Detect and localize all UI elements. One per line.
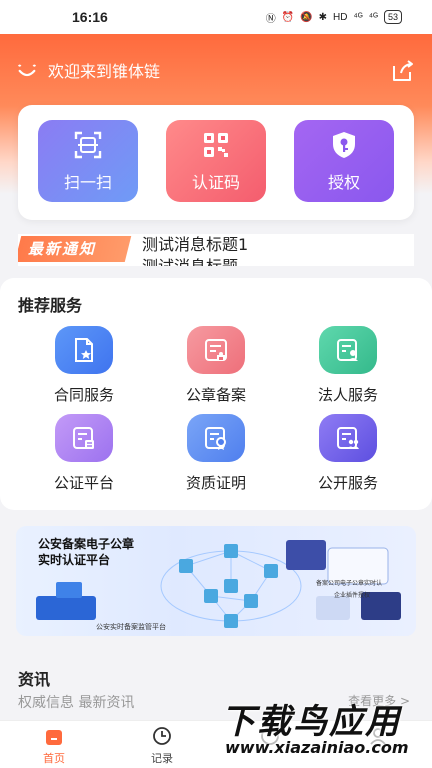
welcome-text: 欢迎来到锥体链 bbox=[48, 62, 161, 81]
notice-tag: 最新通知 bbox=[28, 240, 97, 258]
service-label: 公证平台 bbox=[53, 474, 114, 492]
services-section: 推荐服务 合同服务 公章备案 法人服务 公证平台 资质证明 公开服务 bbox=[0, 278, 432, 510]
service-seal-filing[interactable]: 公章备案 bbox=[156, 326, 276, 405]
service-label: 合同服务 bbox=[53, 386, 114, 404]
authorize-label: 授权 bbox=[327, 173, 360, 192]
qr-code-icon bbox=[204, 133, 228, 157]
status-icons: Ⓝ ⏰ 🔕 ✱ HD ⁴ᴳ ⁴ᴳ 53 bbox=[266, 10, 402, 25]
seal-filing-icon bbox=[187, 326, 245, 374]
legal-person-icon bbox=[319, 326, 377, 374]
promo-banner[interactable]: 公安备案电子公章 实时认证平台 备案公司电子公章实时认 企业插件授权 公安实时备… bbox=[16, 526, 416, 636]
status-time: 16:16 bbox=[72, 9, 108, 25]
news-subtitle: 权威信息 最新资讯 bbox=[18, 695, 135, 711]
mute-icon: 🔕 bbox=[300, 11, 313, 23]
cert-code-label: 认证码 bbox=[191, 173, 240, 192]
notice-message-next: 测试消息标题 bbox=[142, 256, 238, 266]
public-service-icon bbox=[319, 414, 377, 462]
services-title: 推荐服务 bbox=[18, 296, 83, 315]
share-icon[interactable] bbox=[390, 58, 416, 84]
scan-button[interactable]: 扫一扫 bbox=[38, 120, 138, 202]
service-contract[interactable]: 合同服务 bbox=[24, 326, 144, 405]
banner-title-line1: 公安备案电子公章 bbox=[38, 537, 135, 551]
banner-note-2: 企业插件授权 bbox=[334, 592, 371, 599]
shield-key-icon bbox=[333, 132, 355, 158]
home-icon bbox=[46, 730, 62, 745]
tab-home[interactable]: 首页 bbox=[24, 725, 84, 766]
banner-footer: 公安实时备案监管平台 bbox=[96, 623, 166, 631]
notice-ticker[interactable]: 最新通知 测试消息标题1 测试消息标题 bbox=[18, 234, 414, 266]
banner-title: 公安备案电子公章 实时认证平台 bbox=[38, 536, 134, 568]
banner-note: 备案公司电子公章实时认 bbox=[316, 580, 383, 587]
service-public[interactable]: 公开服务 bbox=[288, 414, 408, 493]
news-title: 资讯 bbox=[18, 670, 51, 689]
hd-icon: HD bbox=[333, 11, 348, 23]
qualification-icon bbox=[187, 414, 245, 462]
contract-icon bbox=[55, 326, 113, 374]
watermark: 下载鸟应用 www.xiazainiao.com bbox=[215, 690, 432, 768]
notary-icon bbox=[55, 414, 113, 462]
service-label: 法人服务 bbox=[317, 386, 378, 404]
clock-icon bbox=[153, 727, 171, 745]
cert-code-button[interactable]: 认证码 bbox=[166, 120, 266, 202]
banner-title-line2: 实时认证平台 bbox=[38, 553, 111, 567]
service-qualification[interactable]: 资质证明 bbox=[156, 414, 276, 493]
nfc-icon: Ⓝ bbox=[265, 13, 276, 25]
signal-icon: ⁴ᴳ bbox=[353, 11, 363, 23]
service-legal-person[interactable]: 法人服务 bbox=[288, 326, 408, 405]
watermark-title: 下载鸟应用 bbox=[221, 702, 401, 742]
service-label: 公开服务 bbox=[317, 474, 378, 492]
alarm-icon: ⏰ bbox=[281, 11, 295, 23]
signal-icon-2: ⁴ᴳ bbox=[368, 11, 378, 23]
status-bar: 16:16 Ⓝ ⏰ 🔕 ✱ HD ⁴ᴳ ⁴ᴳ 53 bbox=[0, 0, 432, 34]
tab-records-label: 记录 bbox=[151, 752, 173, 765]
service-label: 资质证明 bbox=[185, 474, 246, 492]
authorize-button[interactable]: 授权 bbox=[294, 120, 394, 202]
battery-icon: 53 bbox=[383, 10, 402, 24]
tab-home-label: 首页 bbox=[43, 752, 65, 765]
bluetooth-icon: ✱ bbox=[318, 11, 327, 23]
welcome-row: 欢迎来到锥体链 bbox=[16, 58, 160, 82]
notice-message[interactable]: 测试消息标题1 bbox=[142, 234, 248, 256]
service-label: 公章备案 bbox=[185, 386, 246, 404]
tab-records[interactable]: 记录 bbox=[132, 725, 192, 766]
watermark-url: www.xiazainiao.com bbox=[225, 738, 409, 757]
quick-actions-card: 扫一扫 认证码 授权 bbox=[18, 105, 414, 220]
scan-icon bbox=[74, 131, 102, 159]
service-notary[interactable]: 公证平台 bbox=[24, 414, 144, 493]
smile-logo-icon bbox=[17, 64, 37, 77]
scan-label: 扫一扫 bbox=[63, 173, 112, 192]
